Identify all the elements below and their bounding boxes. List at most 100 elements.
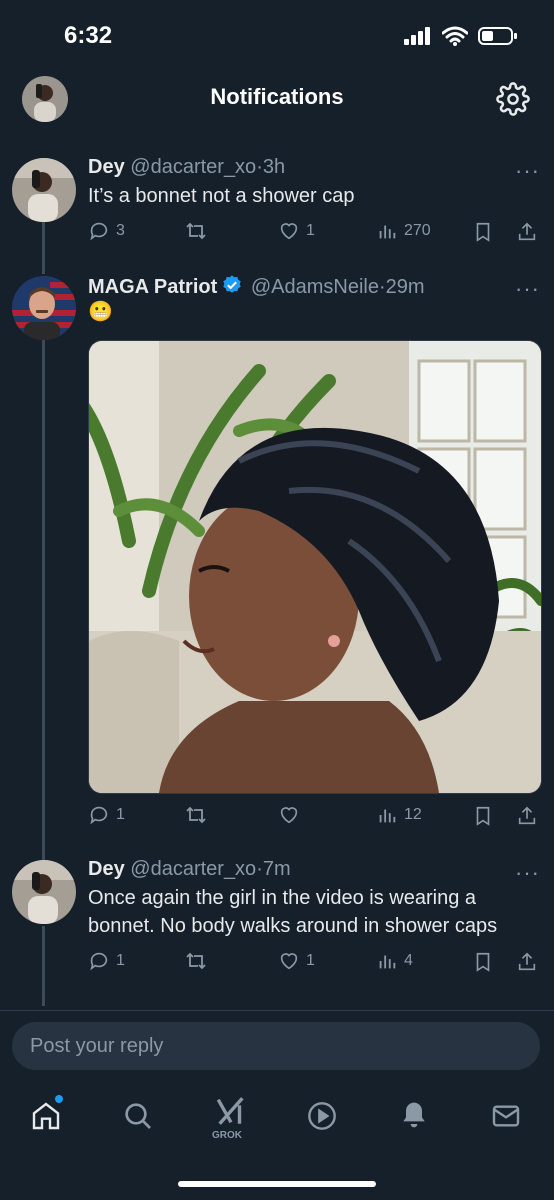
- tab-messages[interactable]: [490, 1100, 522, 1132]
- share-button[interactable]: [516, 804, 538, 828]
- author-name[interactable]: MAGA Patriot: [88, 276, 217, 298]
- avatar[interactable]: [12, 860, 76, 924]
- heart-icon: [280, 807, 298, 824]
- views-chart-icon: [379, 809, 396, 823]
- avatar[interactable]: [12, 158, 76, 222]
- status-icons: [404, 26, 518, 46]
- views-chart-icon: [379, 225, 396, 239]
- tweet-time: 3h: [262, 156, 286, 178]
- tweet-time: 29m: [385, 276, 425, 298]
- reply-placeholder: Post your reply: [30, 1035, 164, 1057]
- tab-home[interactable]: [30, 1100, 62, 1132]
- bookmark-icon: [476, 222, 490, 242]
- cellular-signal-icon: [404, 27, 430, 45]
- bookmark-button[interactable]: [472, 950, 494, 974]
- tweet-text: Once again the girl in the video is wear…: [88, 884, 538, 940]
- reply-icon: [90, 952, 108, 971]
- view-count: 12: [404, 806, 422, 823]
- tweet-actions: 3 1 270: [88, 220, 538, 250]
- tweet-text-line: Once again the girl in the video is wear…: [88, 887, 477, 909]
- author-name[interactable]: Dey: [88, 858, 125, 880]
- bookmark-icon: [476, 952, 490, 972]
- like-count: 1: [306, 222, 315, 239]
- notifications-header: Notifications: [0, 70, 554, 130]
- bell-icon: [403, 1102, 425, 1128]
- views-button[interactable]: 4: [376, 950, 413, 972]
- like-count: 1: [306, 952, 315, 969]
- tweet-header: MAGA Patriot @AdamsNeile·29m: [88, 275, 425, 298]
- author-handle[interactable]: @dacarter_xo: [130, 858, 256, 880]
- author-handle[interactable]: @dacarter_xo: [130, 156, 256, 178]
- more-options-icon[interactable]: ···: [515, 158, 540, 184]
- tweet-actions: 1 1 4: [88, 950, 538, 980]
- reply-icon: [90, 806, 108, 825]
- views-chart-icon: [379, 955, 396, 969]
- heart-icon: [280, 953, 298, 970]
- retweet-button[interactable]: [184, 950, 208, 972]
- page-title: Notifications: [210, 84, 344, 109]
- verified-badge-icon: [223, 275, 241, 293]
- like-button[interactable]: 1: [278, 220, 315, 242]
- bookmark-button[interactable]: [472, 804, 494, 828]
- tweet[interactable]: Dey @dacarter_xo·3h ··· It’s a bonnet no…: [0, 156, 554, 256]
- home-icon: [32, 1102, 60, 1130]
- more-options-icon[interactable]: ···: [515, 860, 540, 886]
- share-icon: [518, 222, 536, 241]
- search-icon: [125, 1103, 151, 1129]
- share-button[interactable]: [516, 950, 538, 974]
- reply-count: 3: [116, 222, 125, 239]
- reply-button[interactable]: 1: [88, 804, 125, 826]
- views-button[interactable]: 12: [376, 804, 422, 826]
- like-button[interactable]: [278, 804, 300, 826]
- grok-icon: [216, 1097, 244, 1125]
- reply-button[interactable]: 3: [88, 220, 125, 242]
- tab-grok[interactable]: [214, 1094, 248, 1128]
- mail-icon: [492, 1105, 520, 1127]
- share-icon: [518, 952, 536, 971]
- author-handle[interactable]: @AdamsNeile: [251, 276, 379, 298]
- author-name[interactable]: Dey: [88, 156, 125, 178]
- battery-icon: [478, 27, 517, 45]
- retweet-icon: [186, 952, 206, 970]
- share-icon: [518, 806, 536, 825]
- status-bar: 6:32: [0, 0, 554, 70]
- retweet-button[interactable]: [184, 804, 208, 826]
- home-indicator: [178, 1181, 376, 1187]
- tweet-header: Dey @dacarter_xo·3h: [88, 156, 286, 178]
- views-button[interactable]: 270: [376, 220, 431, 242]
- retweet-button[interactable]: [184, 220, 208, 242]
- reply-count: 1: [116, 806, 125, 823]
- avatar[interactable]: [12, 276, 76, 340]
- bookmark-button[interactable]: [472, 220, 494, 244]
- status-time: 6:32: [64, 22, 113, 49]
- tweet-time: 7m: [262, 858, 291, 880]
- share-button[interactable]: [516, 220, 538, 244]
- like-button[interactable]: 1: [278, 950, 315, 972]
- heart-icon: [280, 223, 298, 240]
- play-circle-icon: [308, 1102, 336, 1130]
- view-count: 270: [404, 222, 431, 239]
- tab-search[interactable]: [122, 1100, 154, 1132]
- tweet-text-line: bonnet. No body walks around in shower c…: [88, 915, 498, 937]
- bottom-tab-bar: GROK: [0, 1090, 554, 1160]
- reply-button[interactable]: 1: [88, 950, 125, 972]
- tweet-header: Dey @dacarter_xo·7m: [88, 858, 291, 880]
- bookmark-icon: [476, 806, 490, 826]
- tweet-text: 😬: [88, 301, 113, 323]
- reply-icon: [90, 222, 108, 241]
- divider: [0, 1010, 554, 1011]
- reply-input[interactable]: Post your reply: [12, 1022, 540, 1070]
- reply-count: 1: [116, 952, 125, 969]
- tweet-media-image[interactable]: [88, 340, 542, 794]
- settings-gear-icon[interactable]: [496, 82, 530, 116]
- retweet-icon: [186, 222, 206, 240]
- tweet-actions: 1 12: [88, 804, 538, 834]
- wifi-icon: [442, 26, 468, 46]
- view-count: 4: [404, 952, 413, 969]
- retweet-icon: [186, 806, 206, 824]
- notification-dot: [55, 1095, 63, 1103]
- tweet[interactable]: MAGA Patriot @AdamsNeile·29m ··· 😬 1 12: [0, 274, 554, 834]
- tab-video[interactable]: [306, 1100, 338, 1132]
- tab-notifications[interactable]: [398, 1100, 430, 1132]
- tweet[interactable]: Dey @dacarter_xo·7m ··· Once again the g…: [0, 858, 554, 988]
